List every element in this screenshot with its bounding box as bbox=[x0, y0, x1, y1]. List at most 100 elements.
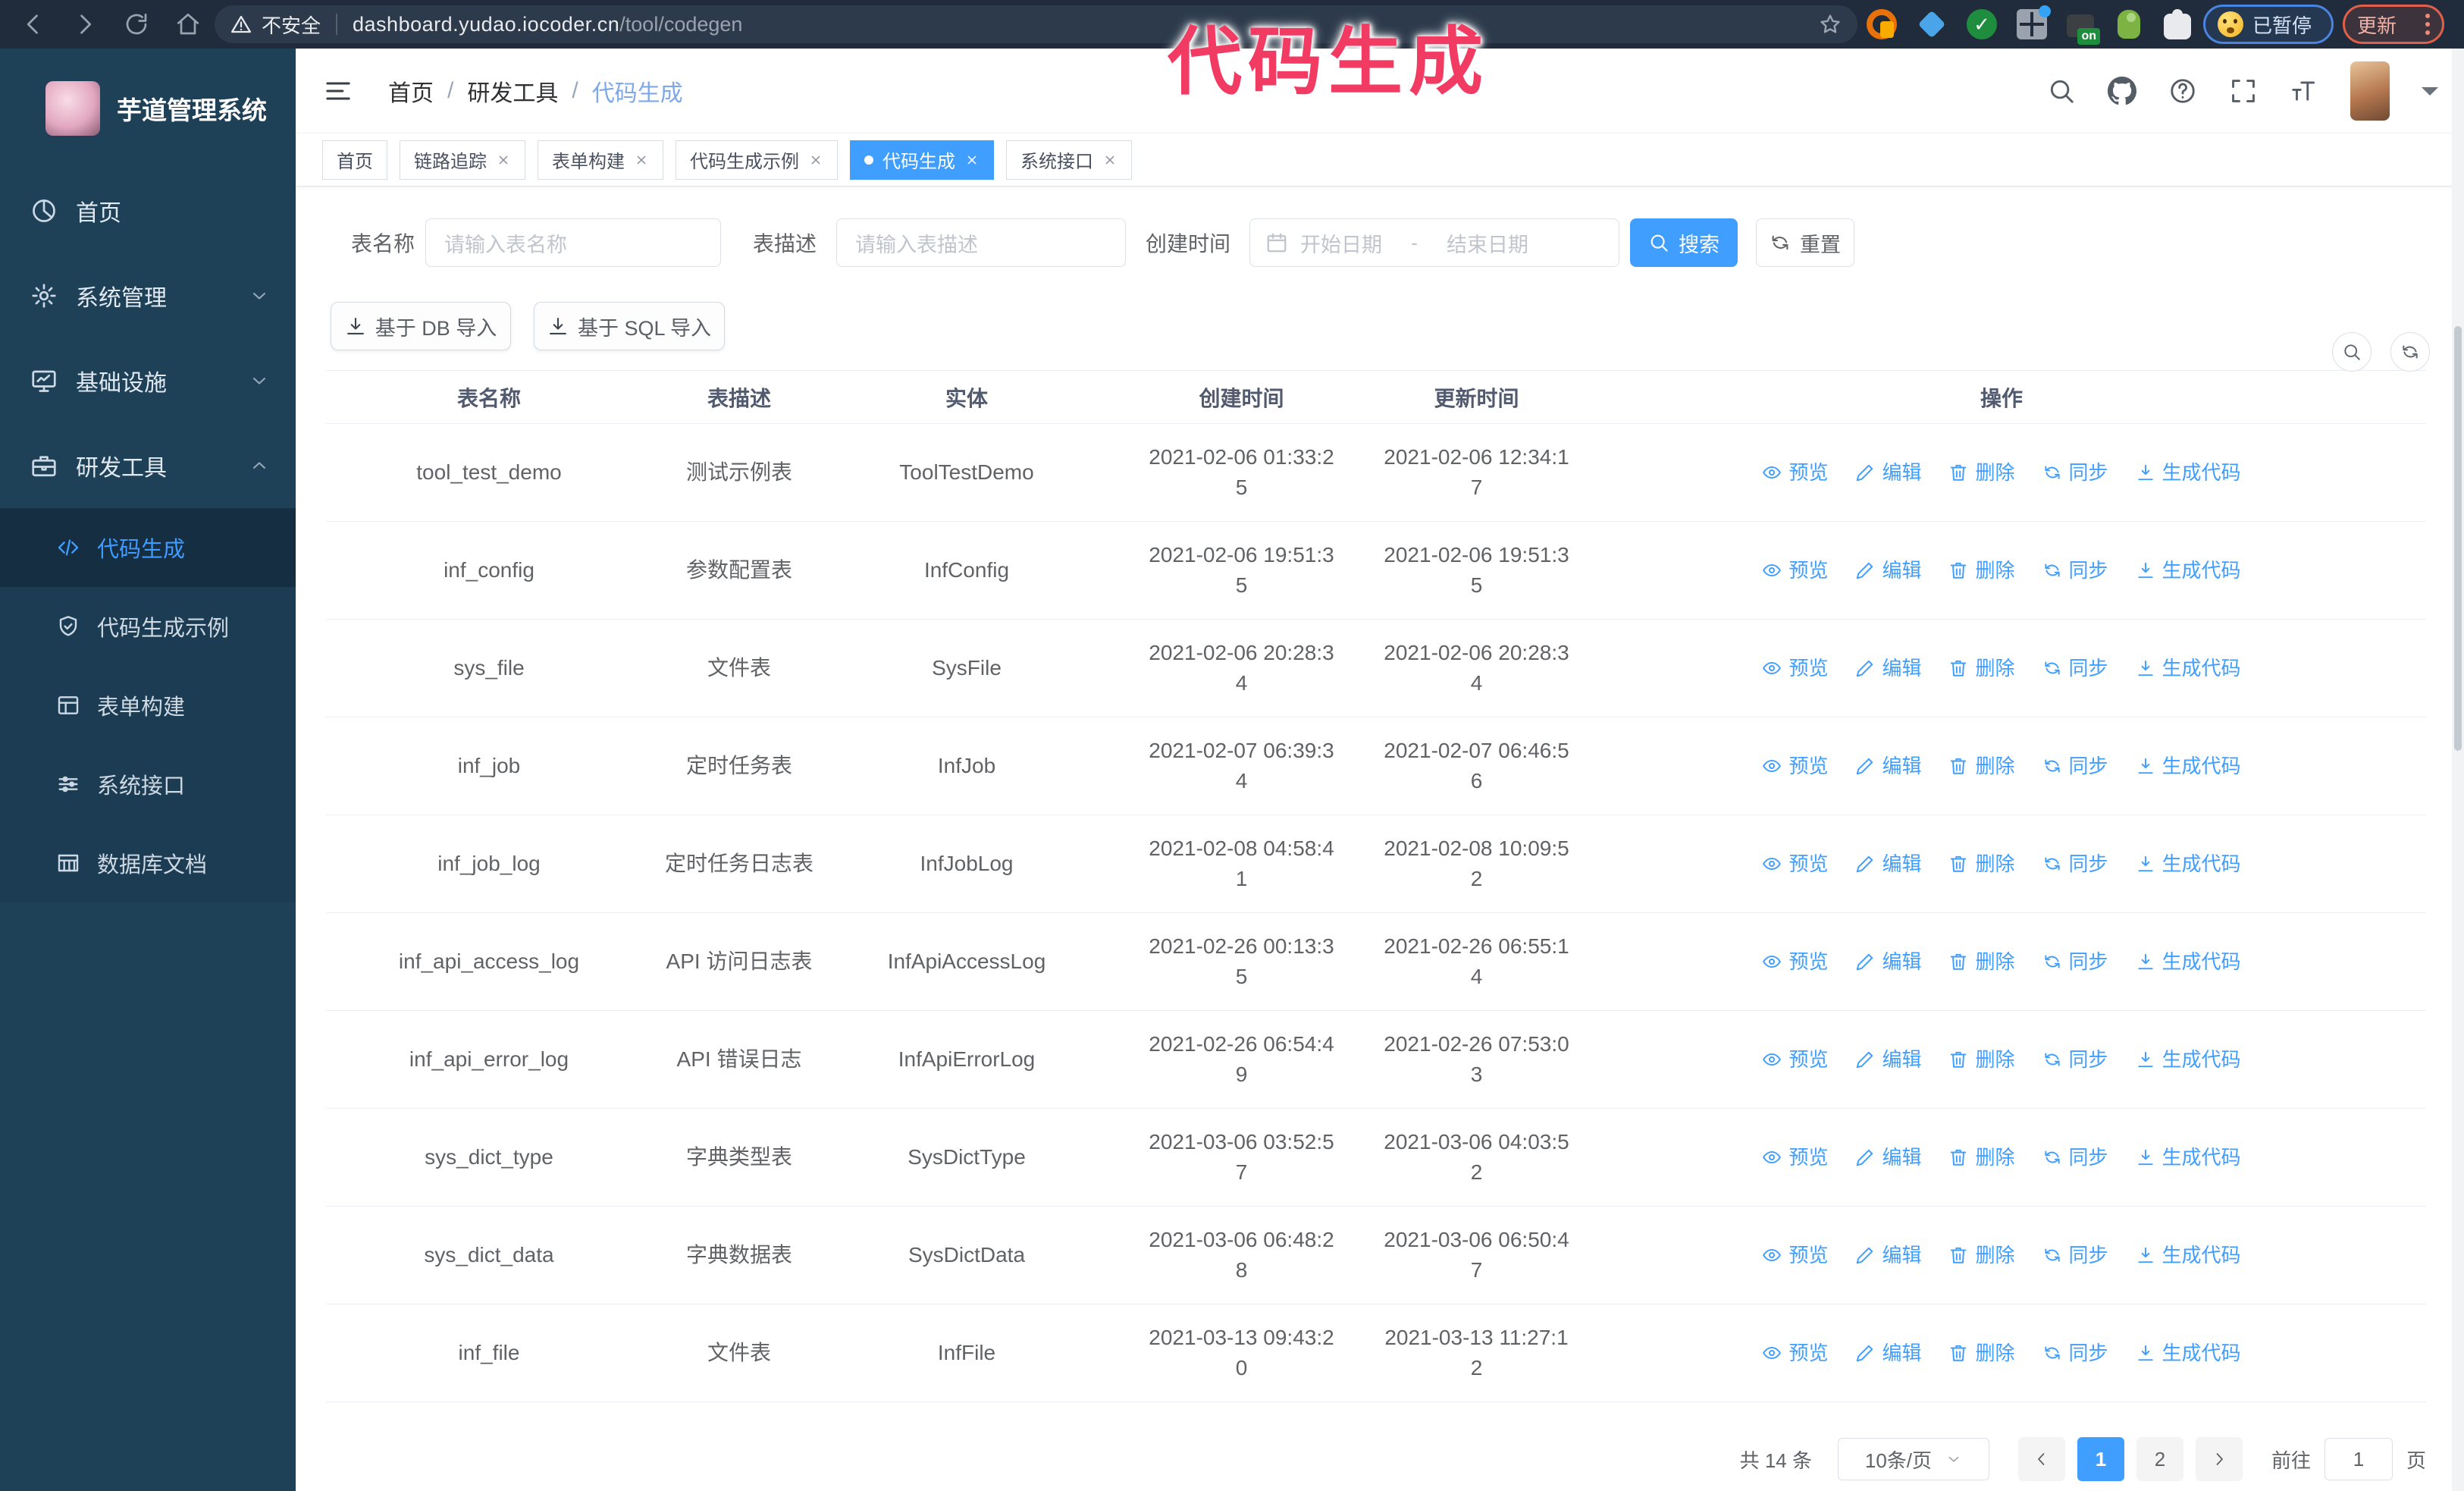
action-download[interactable]: 生成代码 bbox=[2136, 751, 2241, 781]
reload-icon[interactable] bbox=[123, 11, 150, 38]
update-button[interactable]: 更新 bbox=[2343, 5, 2444, 44]
home-icon[interactable] bbox=[174, 11, 202, 38]
toggle-search-button[interactable] bbox=[2332, 332, 2372, 372]
reset-button[interactable]: 重置 bbox=[1756, 218, 1855, 267]
page-button-1[interactable]: 1 bbox=[2077, 1437, 2124, 1481]
sidebar-subitem[interactable]: 表单构建 bbox=[0, 666, 296, 745]
action-eye[interactable]: 预览 bbox=[1762, 1142, 1828, 1172]
date-range-picker[interactable]: 开始日期 - 结束日期 bbox=[1249, 218, 1620, 267]
close-icon[interactable] bbox=[496, 152, 511, 168]
github-icon[interactable] bbox=[2108, 76, 2136, 105]
sidebar-item[interactable]: 研发工具 bbox=[0, 423, 296, 508]
extension-icon-grid[interactable] bbox=[2017, 5, 2051, 39]
action-sync[interactable]: 同步 bbox=[2042, 1240, 2108, 1270]
tab-tag[interactable]: 表单构建 bbox=[538, 140, 663, 180]
next-page-button[interactable] bbox=[2195, 1437, 2243, 1481]
sidebar-item[interactable]: 首页 bbox=[0, 168, 296, 253]
hamburger-icon[interactable] bbox=[323, 76, 353, 106]
paused-button[interactable]: 已暂停 bbox=[2203, 5, 2334, 44]
goto-page-input[interactable]: 1 bbox=[2324, 1438, 2393, 1480]
breadcrumb-item[interactable]: 首页 bbox=[388, 74, 434, 108]
action-edit[interactable]: 编辑 bbox=[1855, 653, 1921, 683]
tab-tag[interactable]: 系统接口 bbox=[1006, 140, 1132, 180]
breadcrumb-item[interactable]: 研发工具 bbox=[467, 74, 558, 108]
action-sync[interactable]: 同步 bbox=[2042, 946, 2108, 977]
logo[interactable]: 芋道管理系统 bbox=[0, 49, 296, 147]
action-download[interactable]: 生成代码 bbox=[2136, 1338, 2241, 1368]
action-delete[interactable]: 删除 bbox=[1948, 946, 2015, 977]
action-edit[interactable]: 编辑 bbox=[1855, 555, 1921, 585]
caret-down-icon[interactable] bbox=[2422, 86, 2438, 104]
action-sync[interactable]: 同步 bbox=[2042, 751, 2108, 781]
address-bar[interactable]: 不安全 dashboard.yudao.iocoder.cn /tool/cod… bbox=[215, 5, 1857, 43]
action-sync[interactable]: 同步 bbox=[2042, 849, 2108, 879]
action-delete[interactable]: 删除 bbox=[1948, 849, 2015, 879]
action-sync[interactable]: 同步 bbox=[2042, 1044, 2108, 1075]
extension-icon-check[interactable]: ✓ bbox=[1967, 9, 1997, 39]
extension-icon-orange[interactable] bbox=[1867, 9, 1897, 39]
action-sync[interactable]: 同步 bbox=[2042, 1338, 2108, 1368]
action-delete[interactable]: 删除 bbox=[1948, 1338, 2015, 1368]
action-download[interactable]: 生成代码 bbox=[2136, 1142, 2241, 1172]
import-db-button[interactable]: 基于 DB 导入 bbox=[331, 302, 511, 350]
prev-page-button[interactable] bbox=[2017, 1437, 2065, 1481]
action-sync[interactable]: 同步 bbox=[2042, 1142, 2108, 1172]
action-delete[interactable]: 删除 bbox=[1948, 653, 2015, 683]
action-edit[interactable]: 编辑 bbox=[1855, 1044, 1921, 1075]
action-sync[interactable]: 同步 bbox=[2042, 653, 2108, 683]
text-size-icon[interactable] bbox=[2290, 77, 2318, 105]
refresh-table-button[interactable] bbox=[2390, 332, 2430, 372]
sidebar-subitem[interactable]: 系统接口 bbox=[0, 745, 296, 824]
close-icon[interactable] bbox=[634, 152, 649, 168]
action-edit[interactable]: 编辑 bbox=[1855, 1338, 1921, 1368]
close-icon[interactable] bbox=[1102, 152, 1118, 168]
fullscreen-icon[interactable] bbox=[2229, 77, 2258, 105]
action-eye[interactable]: 预览 bbox=[1762, 653, 1828, 683]
search-button[interactable]: 搜索 bbox=[1630, 218, 1738, 267]
tab-tag[interactable]: 链路追踪 bbox=[400, 140, 525, 180]
tab-tag[interactable]: 首页 bbox=[322, 140, 387, 180]
table-name-input[interactable]: 请输入表名称 bbox=[425, 218, 722, 267]
action-delete[interactable]: 删除 bbox=[1948, 1142, 2015, 1172]
action-eye[interactable]: 预览 bbox=[1762, 946, 1828, 977]
action-delete[interactable]: 删除 bbox=[1948, 457, 2015, 488]
action-download[interactable]: 生成代码 bbox=[2136, 849, 2241, 879]
page-button-2[interactable]: 2 bbox=[2136, 1437, 2183, 1481]
action-eye[interactable]: 预览 bbox=[1762, 1044, 1828, 1075]
table-desc-input[interactable]: 请输入表描述 bbox=[836, 218, 1127, 267]
extension-icon-on[interactable] bbox=[2067, 14, 2100, 45]
import-sql-button[interactable]: 基于 SQL 导入 bbox=[534, 302, 725, 350]
action-eye[interactable]: 预览 bbox=[1762, 457, 1828, 488]
action-edit[interactable]: 编辑 bbox=[1855, 946, 1921, 977]
action-download[interactable]: 生成代码 bbox=[2136, 1240, 2241, 1270]
action-sync[interactable]: 同步 bbox=[2042, 555, 2108, 585]
action-sync[interactable]: 同步 bbox=[2042, 457, 2108, 488]
action-edit[interactable]: 编辑 bbox=[1855, 849, 1921, 879]
sidebar-item[interactable]: 系统管理 bbox=[0, 253, 296, 338]
sidebar-subitem[interactable]: 代码生成 bbox=[0, 508, 296, 587]
extension-icon-green[interactable] bbox=[2118, 10, 2140, 39]
action-eye[interactable]: 预览 bbox=[1762, 555, 1828, 585]
sidebar-subitem[interactable]: 代码生成示例 bbox=[0, 587, 296, 666]
action-download[interactable]: 生成代码 bbox=[2136, 457, 2241, 488]
action-edit[interactable]: 编辑 bbox=[1855, 751, 1921, 781]
action-delete[interactable]: 删除 bbox=[1948, 1240, 2015, 1270]
action-delete[interactable]: 删除 bbox=[1948, 555, 2015, 585]
action-eye[interactable]: 预览 bbox=[1762, 751, 1828, 781]
action-eye[interactable]: 预览 bbox=[1762, 849, 1828, 879]
action-download[interactable]: 生成代码 bbox=[2136, 653, 2241, 683]
forward-icon[interactable] bbox=[71, 11, 99, 38]
user-avatar[interactable] bbox=[2350, 61, 2390, 121]
action-delete[interactable]: 删除 bbox=[1948, 1044, 2015, 1075]
action-edit[interactable]: 编辑 bbox=[1855, 457, 1921, 488]
help-icon[interactable] bbox=[2168, 77, 2197, 105]
extensions-puzzle-icon[interactable] bbox=[2164, 8, 2191, 39]
action-download[interactable]: 生成代码 bbox=[2136, 1044, 2241, 1075]
tab-tag[interactable]: 代码生成示例 bbox=[676, 140, 838, 180]
close-icon[interactable] bbox=[808, 152, 823, 168]
scrollbar-thumb[interactable] bbox=[2454, 326, 2462, 751]
sidebar-item[interactable]: 基础设施 bbox=[0, 338, 296, 423]
search-icon[interactable] bbox=[2047, 77, 2076, 105]
page-size-select[interactable]: 10条/页 bbox=[1837, 1438, 1989, 1480]
action-eye[interactable]: 预览 bbox=[1762, 1338, 1828, 1368]
